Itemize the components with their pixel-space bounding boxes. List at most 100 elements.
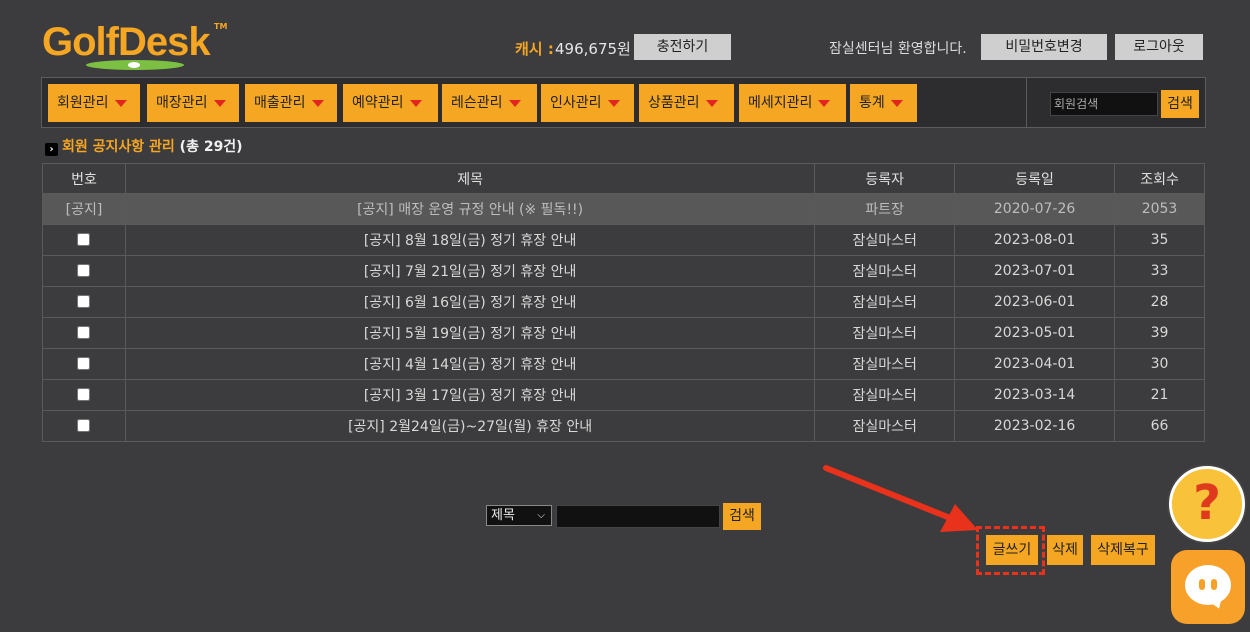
row-checkbox[interactable]: [77, 263, 91, 277]
menu-store[interactable]: 매장관리: [147, 84, 239, 122]
notice-table: 번호 제목 등록자 등록일 조회수 [공지] [공지] 매장 운영 규정 안내 …: [42, 163, 1205, 442]
welcome-message: 잠실센터님 환영합니다.: [829, 41, 967, 57]
chat-bubble-icon: [1185, 565, 1231, 605]
table-row[interactable]: [공지] 4월 14일(금) 정기 휴장 안내 잠실마스터 2023-04-01…: [42, 348, 1205, 380]
row-views: 2053: [1114, 193, 1205, 225]
search-input[interactable]: [556, 505, 720, 528]
row-date: 2023-06-01: [954, 286, 1116, 318]
row-checkbox-cell: [42, 286, 126, 318]
row-views: 30: [1114, 348, 1205, 380]
row-title[interactable]: [공지] 4월 14일(금) 정기 휴장 안내: [124, 348, 816, 380]
menu-label: 통계: [859, 95, 885, 111]
table-row[interactable]: [공지] 7월 21일(금) 정기 휴장 안내 잠실마스터 2023-07-01…: [42, 255, 1205, 287]
row-date: 2023-05-01: [954, 317, 1116, 349]
chevron-right-icon: ›: [45, 143, 58, 156]
row-date: 2020-07-26: [954, 193, 1116, 225]
restore-deleted-button[interactable]: 삭제복구: [1091, 535, 1155, 565]
delete-button[interactable]: 삭제: [1047, 535, 1083, 565]
row-date: 2023-03-14: [954, 379, 1116, 411]
row-checkbox[interactable]: [77, 294, 91, 308]
menu-product[interactable]: 상품관리: [639, 84, 734, 122]
col-author: 등록자: [814, 163, 956, 194]
row-title[interactable]: [공지] 2월24일(금)~27일(월) 휴장 안내: [124, 410, 816, 442]
table-row[interactable]: [공지] 3월 17일(금) 정기 휴장 안내 잠실마스터 2023-03-14…: [42, 379, 1205, 411]
question-icon[interactable]: ?: [1169, 466, 1245, 542]
row-checkbox[interactable]: [77, 356, 91, 370]
row-author: 잠실마스터: [814, 286, 956, 318]
row-author: 잠실마스터: [814, 379, 956, 411]
table-row[interactable]: [공지] 5월 19일(금) 정기 휴장 안내 잠실마스터 2023-05-01…: [42, 317, 1205, 349]
row-author: 잠실마스터: [814, 224, 956, 256]
table-row[interactable]: [공지] 2월24일(금)~27일(월) 휴장 안내 잠실마스터 2023-02…: [42, 410, 1205, 442]
menu-label: 인사관리: [550, 95, 602, 111]
search-field-select[interactable]: 제목 ⌵: [486, 505, 552, 526]
row-checkbox[interactable]: [77, 418, 91, 432]
logo-trademark: TM: [214, 22, 228, 31]
row-title[interactable]: [공지] 6월 16일(금) 정기 휴장 안내: [124, 286, 816, 318]
row-title[interactable]: [공지] 8월 18일(금) 정기 휴장 안내: [124, 224, 816, 256]
table-row[interactable]: [공지] 8월 18일(금) 정기 휴장 안내 잠실마스터 2023-08-01…: [42, 224, 1205, 256]
caret-down-icon: [818, 99, 831, 107]
cash-label: 캐시 :: [515, 40, 554, 58]
menu-sales[interactable]: 매출관리: [245, 84, 337, 122]
member-search-input[interactable]: [1050, 92, 1158, 116]
row-checkbox[interactable]: [77, 232, 91, 246]
chat-icon[interactable]: [1171, 550, 1245, 624]
row-author: 잠실마스터: [814, 317, 956, 349]
page-title: › 회원 공지사항 관리 (총 29건): [45, 136, 243, 156]
caret-down-icon: [890, 99, 903, 107]
menu-label: 매출관리: [254, 95, 306, 111]
menu-stats[interactable]: 통계: [850, 84, 917, 122]
row-date: 2023-02-16: [954, 410, 1116, 442]
row-title[interactable]: [공지] 매장 운영 규정 안내 (※ 필독!!): [124, 193, 816, 225]
row-views: 33: [1114, 255, 1205, 287]
row-checkbox[interactable]: [77, 387, 91, 401]
col-title: 제목: [124, 163, 816, 194]
caret-down-icon: [508, 99, 521, 107]
row-number: [공지]: [42, 193, 126, 225]
charge-button[interactable]: 충전하기: [634, 34, 731, 60]
search-button[interactable]: 검색: [723, 503, 761, 530]
menu-reservation[interactable]: 예약관리: [343, 84, 438, 122]
row-views: 21: [1114, 379, 1205, 411]
row-date: 2023-07-01: [954, 255, 1116, 287]
table-header-row: 번호 제목 등록자 등록일 조회수: [42, 163, 1205, 194]
change-password-button[interactable]: 비밀번호변경: [981, 34, 1107, 60]
col-date: 등록일: [954, 163, 1116, 194]
row-checkbox-cell: [42, 224, 126, 256]
menu-label: 상품관리: [648, 95, 700, 111]
member-search-button[interactable]: 검색: [1161, 90, 1199, 118]
row-title[interactable]: [공지] 5월 19일(금) 정기 휴장 안내: [124, 317, 816, 349]
write-button[interactable]: 글쓰기: [986, 535, 1038, 565]
row-views: 66: [1114, 410, 1205, 442]
menu-label: 메세지관리: [748, 95, 813, 111]
row-checkbox-cell: [42, 317, 126, 349]
chat-eye-left: [1199, 579, 1205, 590]
caret-down-icon: [213, 99, 226, 107]
nav-divider: [1026, 78, 1027, 127]
row-title[interactable]: [공지] 7월 21일(금) 정기 휴장 안내: [124, 255, 816, 287]
chevron-down-icon: ⌵: [537, 510, 545, 521]
col-views: 조회수: [1114, 163, 1205, 194]
menu-member[interactable]: 회원관리: [48, 84, 140, 122]
row-checkbox-cell: [42, 410, 126, 442]
logout-button[interactable]: 로그아웃: [1115, 34, 1203, 60]
row-author: 잠실마스터: [814, 255, 956, 287]
table-row[interactable]: [공지] 6월 16일(금) 정기 휴장 안내 잠실마스터 2023-06-01…: [42, 286, 1205, 318]
annotation-arrow-icon: [823, 465, 978, 532]
caret-down-icon: [114, 99, 127, 107]
row-title[interactable]: [공지] 3월 17일(금) 정기 휴장 안내: [124, 379, 816, 411]
menu-label: 예약관리: [352, 95, 404, 111]
logo-text: GolfDesk: [42, 20, 211, 64]
row-author: 잠실마스터: [814, 410, 956, 442]
page-title-text: 회원 공지사항 관리: [62, 139, 175, 155]
row-checkbox-cell: [42, 348, 126, 380]
chat-eye-right: [1211, 579, 1217, 590]
pinned-notice-row[interactable]: [공지] [공지] 매장 운영 규정 안내 (※ 필독!!) 파트장 2020-…: [42, 193, 1205, 225]
menu-message[interactable]: 메세지관리: [739, 84, 846, 122]
menu-lesson[interactable]: 레슨관리: [442, 84, 537, 122]
menu-hr[interactable]: 인사관리: [541, 84, 634, 122]
row-checkbox[interactable]: [77, 325, 91, 339]
logo[interactable]: GolfDesk TM: [42, 20, 232, 72]
caret-down-icon: [607, 99, 620, 107]
